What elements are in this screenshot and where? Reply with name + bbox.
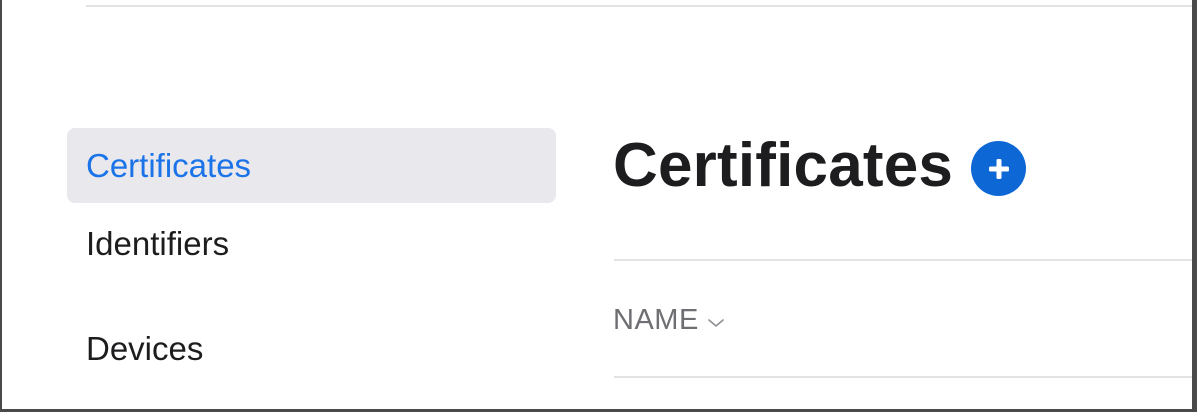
top-divider xyxy=(86,5,1192,7)
app-window: Certificates Identifiers Devices Certifi… xyxy=(0,0,1197,412)
plus-icon xyxy=(988,158,1009,179)
page-title-row: Certificates xyxy=(613,128,1192,203)
main-content: Certificates NAME xyxy=(613,128,1192,378)
table-header-divider xyxy=(614,376,1192,378)
chevron-down-icon xyxy=(707,315,725,333)
sidebar-item-devices[interactable]: Devices xyxy=(67,332,556,365)
sidebar-item-identifiers[interactable]: Identifiers xyxy=(67,227,556,260)
column-header-label: NAME xyxy=(613,304,699,336)
column-header-name[interactable]: NAME xyxy=(613,304,725,337)
sidebar: Certificates Identifiers Devices xyxy=(67,128,556,365)
page-title: Certificates xyxy=(613,131,954,200)
sidebar-item-certificates[interactable]: Certificates xyxy=(67,128,556,203)
add-certificate-button[interactable] xyxy=(971,141,1027,196)
table-top-divider xyxy=(614,259,1192,261)
